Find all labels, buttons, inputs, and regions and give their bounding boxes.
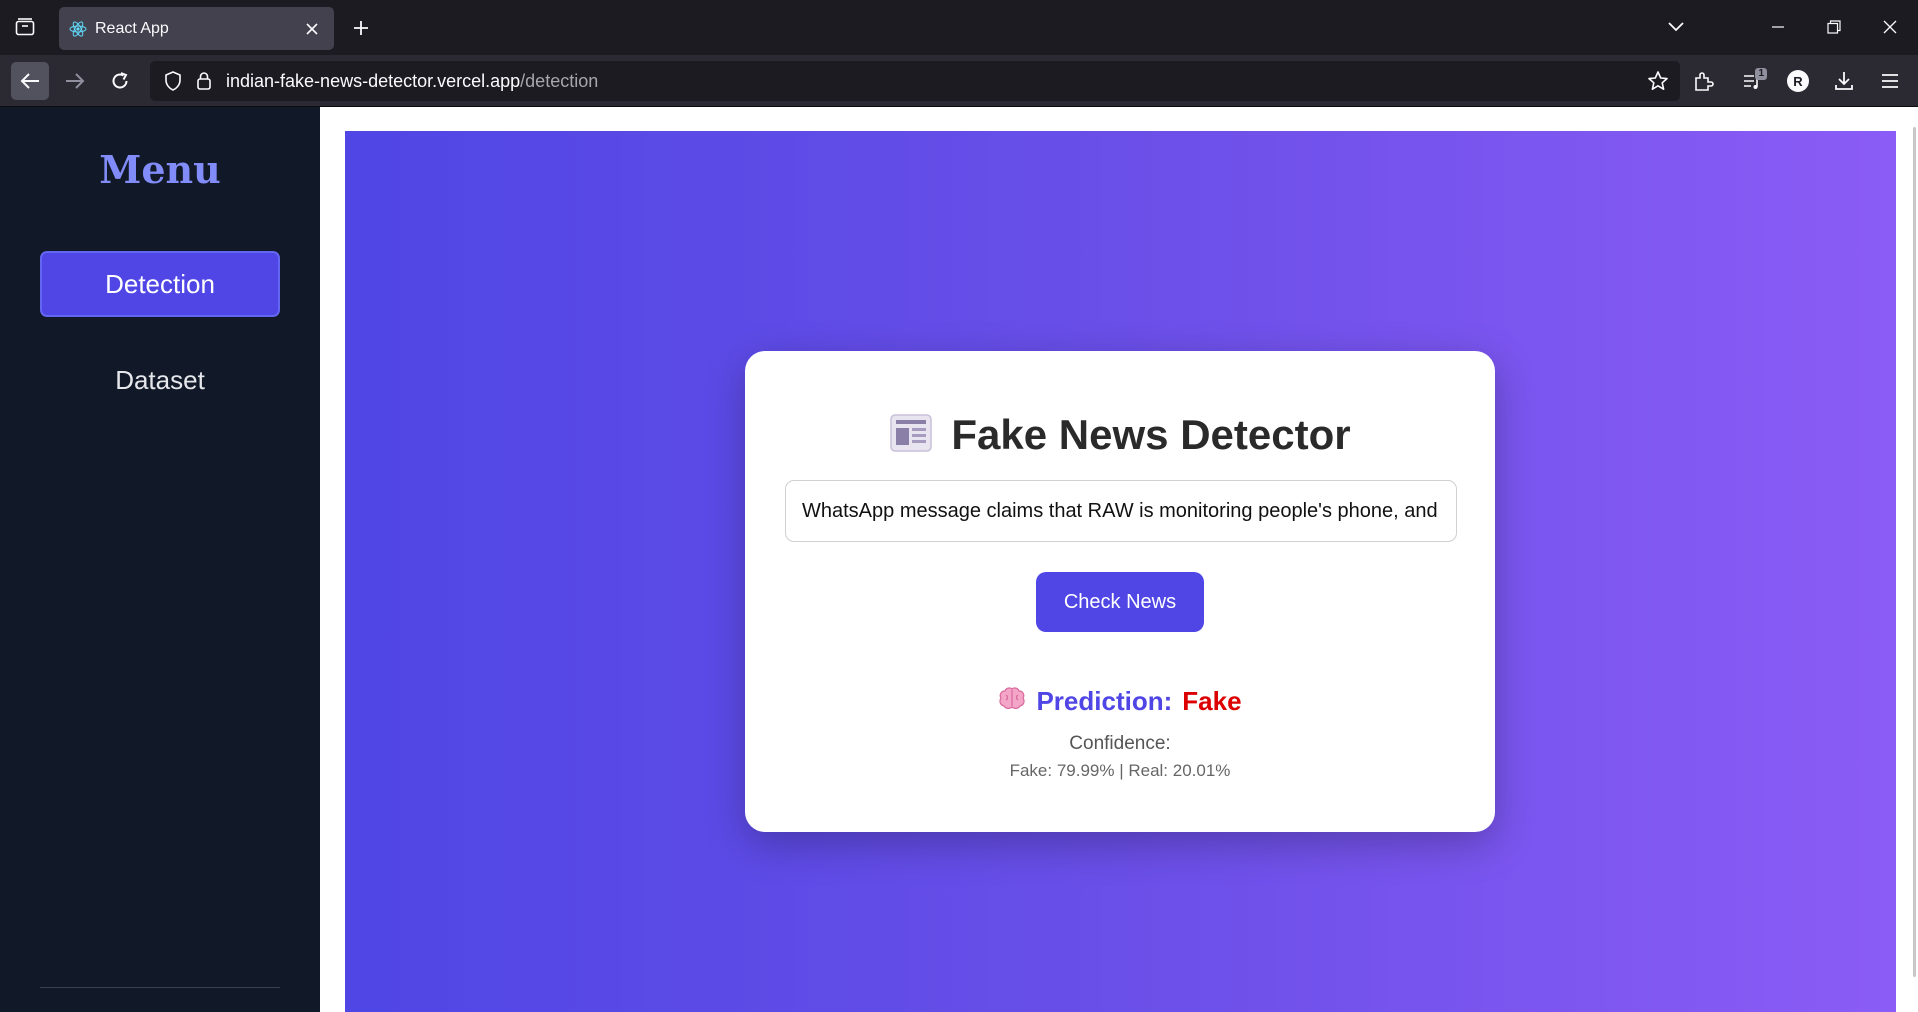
check-news-button[interactable]: Check News [1036, 572, 1204, 632]
download-icon [1835, 72, 1853, 90]
url-bar[interactable]: indian-fake-news-detector.vercel.app/det… [150, 61, 1680, 101]
main-content: Fake News Detector Check News Prediction… [320, 107, 1918, 1012]
web-page: Menu Detection Dataset Fake News Detecto… [0, 107, 1918, 1012]
media-button[interactable]: 1 [1734, 63, 1770, 99]
arrow-left-icon [20, 73, 39, 89]
account-button[interactable]: R [1780, 63, 1816, 99]
reload-icon [112, 72, 128, 89]
puzzle-icon [1695, 72, 1714, 91]
reload-button[interactable] [101, 62, 139, 100]
list-all-tabs-button[interactable] [1658, 10, 1694, 44]
tab-title: React App [95, 19, 169, 37]
restore-button[interactable] [1816, 10, 1852, 44]
bookmark-button[interactable] [1640, 63, 1676, 99]
downloads-button[interactable] [1826, 63, 1862, 99]
detector-card: Fake News Detector Check News Prediction… [745, 351, 1495, 832]
brain-icon [998, 686, 1026, 717]
page-title: Fake News Detector [951, 411, 1351, 458]
lock-icon[interactable] [196, 71, 212, 91]
prediction-value: Fake [1182, 686, 1242, 716]
plus-icon [354, 21, 368, 35]
page-scrollbar[interactable] [1913, 127, 1916, 977]
hamburger-menu-icon [1882, 74, 1898, 88]
confidence-label: Confidence: [1069, 733, 1171, 754]
prediction-result: Prediction: Fake [745, 686, 1495, 717]
sidebar-title: Menu [99, 147, 221, 192]
news-text-input[interactable] [785, 480, 1457, 542]
restore-icon [1827, 20, 1841, 34]
back-button[interactable] [11, 62, 49, 100]
extensions-button[interactable] [1686, 63, 1722, 99]
close-tab-icon[interactable] [300, 17, 324, 41]
app-menu-button[interactable] [1872, 63, 1908, 99]
notification-badge: 1 [1755, 68, 1767, 80]
minimize-button[interactable] [1760, 10, 1796, 44]
navigation-toolbar: indian-fake-news-detector.vercel.app/det… [0, 55, 1918, 107]
browser-tab[interactable]: React App [59, 7, 334, 50]
avatar: R [1787, 70, 1809, 92]
chevron-down-icon [1668, 22, 1684, 32]
new-tab-button[interactable] [346, 13, 376, 43]
sidebar-item-detection[interactable]: Detection [40, 251, 280, 317]
arrow-right-icon [66, 73, 85, 89]
prediction-label: Prediction: [1036, 686, 1173, 716]
url-path: /detection [520, 70, 599, 91]
close-window-button[interactable] [1872, 10, 1908, 44]
sidebar-divider [40, 987, 280, 988]
card-heading: Fake News Detector [745, 411, 1495, 459]
star-icon [1648, 71, 1668, 90]
confidence-values: Fake: 79.99% | Real: 20.01% [1009, 761, 1231, 780]
firefox-view-icon [15, 18, 35, 36]
sidebar: Menu Detection Dataset [0, 107, 320, 1012]
forward-button[interactable] [56, 62, 94, 100]
url-host: indian-fake-news-detector.vercel.app [226, 70, 521, 91]
react-icon [69, 20, 87, 38]
minimize-icon [1772, 26, 1784, 28]
tab-strip: React App [0, 0, 1918, 55]
newspaper-icon [889, 413, 933, 458]
shield-icon[interactable] [164, 71, 182, 91]
close-icon [1883, 20, 1897, 34]
sidebar-item-dataset[interactable]: Dataset [40, 347, 280, 413]
firefox-view-button[interactable] [8, 12, 42, 42]
